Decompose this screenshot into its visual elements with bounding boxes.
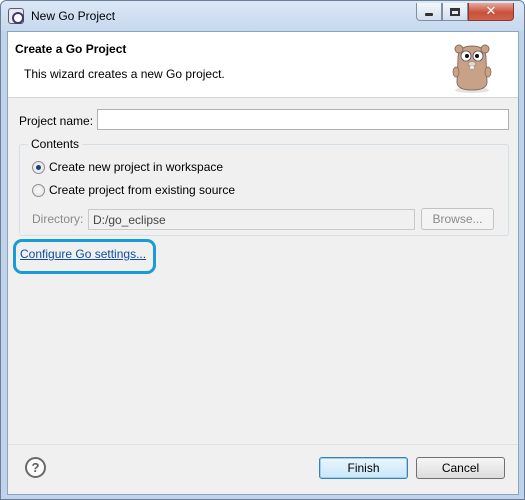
configure-go-settings-link[interactable]: Configure Go settings... bbox=[20, 247, 146, 261]
dialog-window: New Go Project ✕ Create a Go Project Thi… bbox=[0, 0, 525, 500]
help-icon[interactable]: ? bbox=[25, 457, 46, 478]
gopher-icon bbox=[452, 44, 492, 93]
wizard-header: Create a Go Project This wizard creates … bbox=[8, 32, 518, 98]
radio-button-unchecked[interactable] bbox=[32, 183, 45, 197]
radio-existing-source-label: Create project from existing source bbox=[49, 183, 236, 197]
directory-label: Directory: bbox=[32, 212, 84, 226]
radio-existing-source[interactable]: Create project from existing source bbox=[32, 183, 235, 197]
minimize-icon bbox=[425, 13, 433, 16]
app-icon bbox=[8, 8, 24, 24]
directory-input bbox=[88, 209, 415, 230]
finish-button[interactable]: Finish bbox=[319, 457, 408, 479]
footer-divider bbox=[8, 444, 518, 445]
browse-button: Browse... bbox=[421, 208, 494, 230]
cancel-button[interactable]: Cancel bbox=[416, 457, 505, 479]
radio-new-project[interactable]: Create new project in workspace bbox=[32, 160, 223, 174]
project-name-label: Project name: bbox=[19, 114, 94, 128]
window-title: New Go Project bbox=[31, 9, 116, 23]
maximize-icon bbox=[450, 7, 460, 16]
close-button[interactable]: ✕ bbox=[468, 3, 514, 21]
close-icon: ✕ bbox=[485, 4, 497, 19]
radio-new-project-label: Create new project in workspace bbox=[49, 160, 224, 174]
minimize-button[interactable] bbox=[416, 3, 442, 21]
title-bar[interactable]: New Go Project ✕ bbox=[1, 1, 524, 31]
wizard-title: Create a Go Project bbox=[15, 42, 127, 56]
radio-button-checked[interactable] bbox=[32, 160, 45, 174]
project-name-input[interactable] bbox=[97, 109, 509, 130]
maximize-button[interactable] bbox=[442, 3, 468, 21]
wizard-description: This wizard creates a new Go project. bbox=[24, 67, 225, 81]
contents-legend: Contents bbox=[28, 137, 83, 151]
dialog-body: Create a Go Project This wizard creates … bbox=[7, 31, 519, 495]
